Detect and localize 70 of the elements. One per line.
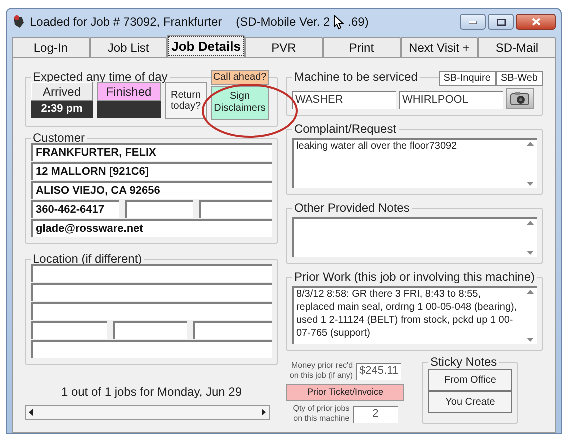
group-title: Complaint/Request [293, 121, 398, 138]
maximize-button[interactable] [488, 14, 514, 30]
tab[interactable]: Log-In [12, 37, 90, 57]
email-field[interactable]: glade@rossware.net [31, 219, 272, 237]
scroll-left-icon[interactable] [29, 409, 33, 416]
tab[interactable]: Job Details [167, 35, 246, 57]
tab[interactable]: SD-Mail [478, 37, 556, 57]
group-title: Prior Work (this job or involving this machine) [293, 269, 536, 286]
location-field[interactable] [31, 283, 272, 301]
cursor-icon [334, 14, 344, 30]
complaint-field[interactable]: leaking water all over the floor73092 [292, 138, 537, 188]
location-field[interactable] [31, 340, 272, 358]
version-label: .69) [348, 14, 369, 31]
app-icon [12, 15, 26, 29]
qty-label: Qty of prior jobs on this machine [293, 404, 350, 424]
group-title: Sticky Notes [429, 354, 498, 371]
machine-brand-field[interactable]: WHIRLPOOL [399, 91, 504, 109]
lookup-button[interactable]: SB-Web [496, 71, 543, 86]
qty-field[interactable]: 2 [352, 406, 398, 422]
finished-time [97, 101, 161, 118]
location-field[interactable] [31, 321, 107, 339]
location-field[interactable] [31, 302, 272, 320]
close-button[interactable] [516, 14, 556, 30]
window-title: Loaded for Job # 73092, Frankfurter [30, 14, 222, 31]
lookup-button[interactable]: SB-Inquire [438, 71, 496, 86]
minimize-button[interactable] [460, 14, 486, 30]
location-field[interactable] [193, 321, 272, 339]
scroll-up-icon[interactable] [526, 290, 534, 294]
maximize-icon [496, 18, 506, 26]
sticky-note-button[interactable]: From Office [428, 369, 512, 391]
sticky-note-button[interactable]: You Create [428, 391, 512, 413]
arrived-button[interactable]: Arrived [31, 82, 93, 101]
notes-field[interactable] [292, 217, 537, 257]
city-field[interactable]: ALISO VIEJO, CA 92656 [31, 181, 272, 199]
name-field[interactable]: FRANKFURTER, FELIX [31, 143, 272, 161]
money-field[interactable]: $245.11 [356, 362, 402, 380]
prior-ticket-button[interactable]: Prior Ticket/Invoice [286, 384, 404, 401]
address-field[interactable]: 12 MALLORN [921C6] [31, 162, 272, 180]
scroll-down-icon[interactable] [526, 338, 534, 342]
phone-field[interactable]: 360-462-6417 [31, 200, 119, 218]
scroll-up-icon[interactable] [526, 221, 534, 225]
scroll-down-icon[interactable] [526, 182, 534, 186]
camera-button[interactable] [506, 88, 534, 109]
tab[interactable]: Print [322, 37, 401, 57]
phone-field[interactable] [125, 200, 193, 218]
return-today-button[interactable]: Return today? [165, 82, 207, 119]
location-field[interactable] [113, 321, 187, 339]
job-count-label: 1 out of 1 jobs for Monday, Jun 29 [60, 384, 244, 401]
finished-button[interactable]: Finished [97, 82, 161, 101]
sign-disclaimers-button[interactable]: Sign Disclaimers [211, 86, 269, 120]
scroll-right-icon[interactable] [262, 409, 266, 416]
close-icon [532, 18, 540, 26]
scroll-up-icon[interactable] [526, 142, 534, 146]
version-label: (SD-Mobile Ver. 2 [236, 14, 330, 31]
money-label: Money prior rec'd on this job (if any) [290, 361, 354, 381]
arrived-time: 2:39 pm [31, 101, 93, 118]
tab[interactable]: Job List [90, 37, 168, 57]
call-ahead-button[interactable]: Call ahead? [211, 70, 269, 85]
minimize-icon [469, 20, 477, 24]
machine-type-field[interactable]: WASHER [292, 91, 396, 109]
phone-field[interactable] [199, 200, 272, 218]
job-scrollbar[interactable] [25, 405, 270, 420]
prior-work-field[interactable]: 8/3/12 8:58: GR there 3 FRI, 8:43 to 8:55, replaced main seal, ordrng 1 00-05-048 (bearing), used 1 2-11124 (BELT) from stock, pckd up 1 00-07-765 (support) [292, 286, 537, 344]
group-title: Other Provided Notes [293, 200, 411, 217]
location-field[interactable] [31, 264, 272, 282]
tab[interactable]: Next Visit + [400, 37, 478, 57]
scroll-down-icon[interactable] [526, 251, 534, 255]
tab[interactable]: PVR [245, 37, 323, 57]
camera-icon [510, 91, 530, 106]
group-title: Machine to be serviced [293, 69, 419, 86]
